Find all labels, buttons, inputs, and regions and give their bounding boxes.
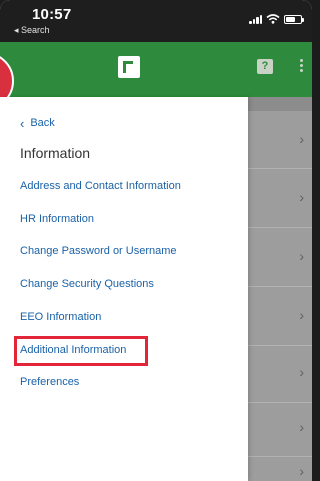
back-button[interactable]: ‹ Back: [20, 115, 55, 131]
status-bar: 10:57 ◂ Search: [0, 0, 312, 42]
background-list-row[interactable]: ›: [248, 287, 312, 346]
chevron-right-icon: ›: [299, 189, 304, 205]
signal-icon: [249, 14, 262, 24]
chevron-right-icon: ›: [299, 463, 304, 479]
menu-item-preferences[interactable]: Preferences: [20, 376, 79, 388]
background-list-header: [248, 97, 312, 111]
background-list-row[interactable]: ›: [248, 403, 312, 457]
battery-icon: [284, 14, 304, 24]
chevron-right-icon: ›: [299, 307, 304, 323]
menu-item-address-contact[interactable]: Address and Contact Information: [20, 180, 181, 192]
background-list-row[interactable]: ›: [248, 228, 312, 287]
chevron-right-icon: ›: [299, 248, 304, 264]
background-list-row[interactable]: ›: [248, 457, 312, 481]
more-options-icon[interactable]: [298, 59, 304, 75]
status-icons: [249, 14, 304, 24]
back-label: Back: [30, 117, 55, 129]
chevron-right-icon: ›: [299, 419, 304, 435]
app-header: ?: [0, 42, 312, 97]
background-list-row[interactable]: ›: [248, 111, 312, 169]
help-icon[interactable]: ?: [257, 59, 273, 74]
background-list: › › › › › › ›: [248, 97, 312, 481]
menu-item-security-questions[interactable]: Change Security Questions: [20, 278, 154, 290]
chevron-left-icon: ‹: [20, 115, 25, 131]
menu-item-hr-information[interactable]: HR Information: [20, 213, 94, 225]
app-screen: 10:57 ◂ Search ? › › › › › › › ‹ Back In…: [0, 0, 312, 481]
app-logo-icon: [118, 56, 140, 78]
status-time: 10:57: [32, 6, 72, 23]
chevron-right-icon: ›: [299, 131, 304, 147]
menu-item-change-password[interactable]: Change Password or Username: [20, 245, 177, 257]
background-list-row[interactable]: ›: [248, 346, 312, 403]
chevron-right-icon: ›: [299, 364, 304, 380]
highlight-box: [14, 336, 148, 366]
menu-item-eeo-information[interactable]: EEO Information: [20, 311, 101, 323]
background-list-row[interactable]: ›: [248, 169, 312, 228]
wifi-icon: [266, 14, 280, 24]
side-drawer: ‹ Back Information Address and Contact I…: [0, 97, 248, 481]
section-title: Information: [20, 145, 91, 161]
back-to-search-link[interactable]: ◂ Search: [14, 25, 50, 36]
